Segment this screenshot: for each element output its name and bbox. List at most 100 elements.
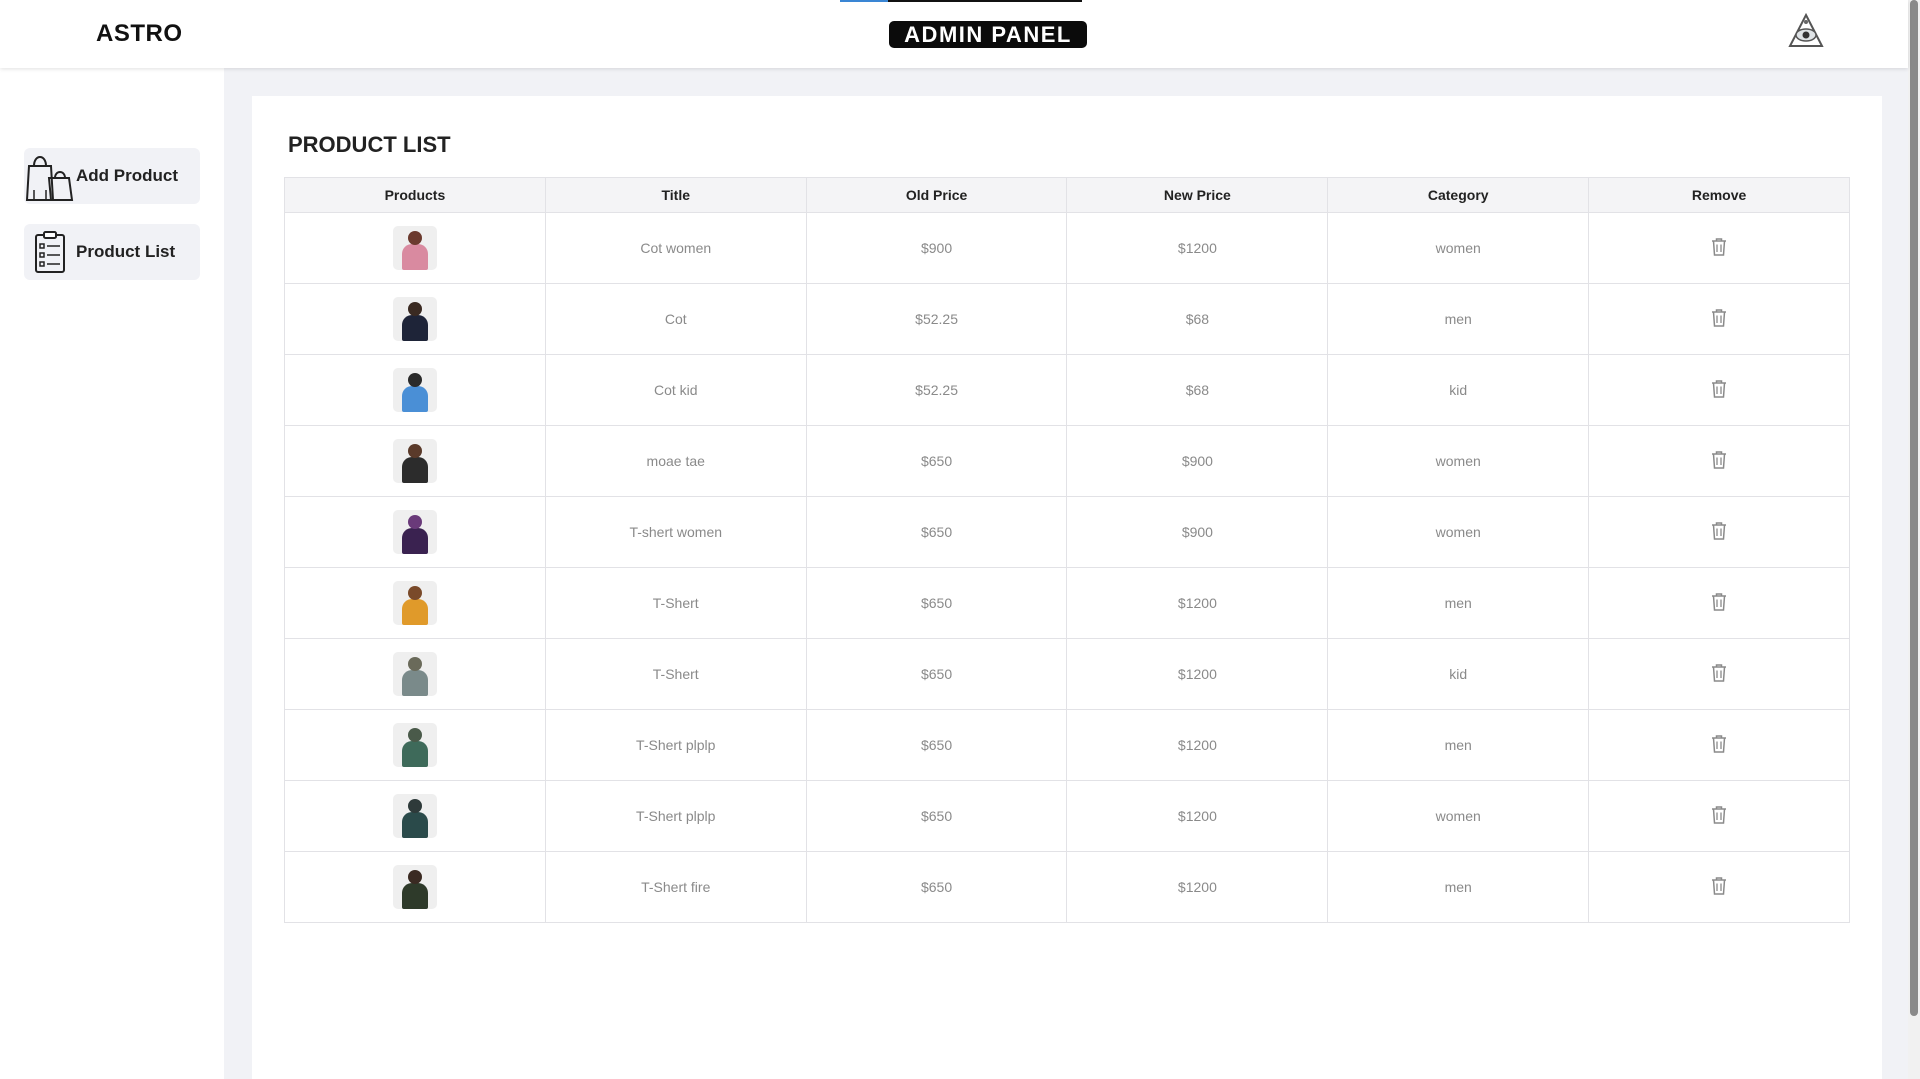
product-image-figure [401,670,428,696]
sidebar-item-product-list[interactable]: Product List [24,224,200,280]
product-image [392,439,437,483]
product-title: Cot women [544,212,807,284]
product-old-price: $650 [805,851,1068,923]
remove-cell [1588,425,1850,497]
trash-icon[interactable] [1710,237,1728,257]
table-row: T-Shert fire $650 $1200 men [284,851,1850,923]
remove-cell [1588,567,1850,639]
product-old-price: $650 [805,638,1068,710]
product-image [392,226,437,270]
product-category: women [1327,496,1590,568]
trash-icon[interactable] [1710,521,1728,541]
product-category: women [1327,425,1590,497]
product-image-figure [401,528,428,554]
product-thumbnail-cell [284,212,546,284]
product-category: men [1327,709,1590,781]
product-category: men [1327,851,1590,923]
product-image [392,581,437,625]
product-old-price: $650 [805,709,1068,781]
product-category: men [1327,283,1590,355]
column-header-products: Products [284,177,546,213]
product-new-price: $1200 [1066,851,1329,923]
product-image-figure [401,883,428,909]
product-category: women [1327,212,1590,284]
product-old-price: $900 [805,212,1068,284]
table-row: T-shert women $650 $900 women [284,496,1850,568]
product-thumbnail-cell [284,851,546,923]
product-image-figure [401,457,428,483]
product-title: Cot [544,283,807,355]
column-header-title: Title [544,177,807,213]
product-thumbnail-cell [284,354,546,426]
product-old-price: $52.25 [805,283,1068,355]
product-category: kid [1327,354,1590,426]
product-image-head [407,586,422,600]
remove-cell [1588,638,1850,710]
product-title: T-Shert fire [544,851,807,923]
product-category: kid [1327,638,1590,710]
table-row: Cot kid $52.25 $68 kid [284,354,1850,426]
product-image [392,297,437,341]
remove-cell [1588,780,1850,852]
product-image-figure [401,315,428,341]
product-title: moae tae [544,425,807,497]
trash-icon[interactable] [1710,805,1728,825]
table-row: moae tae $650 $900 women [284,425,1850,497]
product-image-figure [401,599,428,625]
column-header-old-price: Old Price [805,177,1068,213]
product-image [392,794,437,838]
sidebar-item-label: Add Product [76,166,178,185]
remove-cell [1588,496,1850,568]
eye-triangle-icon[interactable] [1787,12,1825,50]
product-image-head [407,870,422,884]
product-old-price: $52.25 [805,354,1068,426]
trash-icon[interactable] [1710,663,1728,683]
product-new-price: $900 [1066,425,1329,497]
trash-icon[interactable] [1710,876,1728,896]
product-new-price: $1200 [1066,780,1329,852]
product-thumbnail-cell [284,638,546,710]
brand-name[interactable]: ASTRO [96,20,183,48]
clipboard-list-icon [24,224,76,280]
product-new-price: $1200 [1066,567,1329,639]
product-title: T-Shert plplp [544,780,807,852]
table-row: T-Shert $650 $1200 men [284,567,1850,639]
product-image-head [407,231,422,245]
product-new-price: $68 [1066,354,1329,426]
trash-icon[interactable] [1710,379,1728,399]
top-header: ASTRO ADMIN PANEL [0,0,1908,68]
trash-icon[interactable] [1710,450,1728,470]
admin-panel-badge: ADMIN PANEL [889,21,1087,48]
product-new-price: $1200 [1066,212,1329,284]
product-image-figure [401,386,428,412]
trash-icon[interactable] [1710,592,1728,612]
table-row: Cot women $900 $1200 women [284,212,1850,284]
product-thumbnail-cell [284,496,546,568]
table-row: Cot $52.25 $68 men [284,283,1850,355]
product-image [392,368,437,412]
product-title: T-Shert [544,567,807,639]
top-indicator-accent [840,0,888,2]
sidebar-item-add-product[interactable]: Add Product [24,148,200,204]
product-old-price: $650 [805,496,1068,568]
trash-icon[interactable] [1710,308,1728,328]
trash-icon[interactable] [1710,734,1728,754]
product-old-price: $650 [805,780,1068,852]
table-header-row: Products Title Old Price New Price Categ… [284,177,1850,213]
product-title: T-Shert plplp [544,709,807,781]
product-image-head [407,444,422,458]
remove-cell [1588,354,1850,426]
product-list-panel: PRODUCT LIST Products Title Old Price Ne… [252,96,1882,1079]
product-new-price: $900 [1066,496,1329,568]
product-image [392,652,437,696]
product-image-head [407,728,422,742]
scrollbar-thumb[interactable] [1910,0,1918,1016]
product-image-head [407,302,422,316]
remove-cell [1588,283,1850,355]
product-new-price: $68 [1066,283,1329,355]
product-thumbnail-cell [284,283,546,355]
table-row: T-Shert plplp $650 $1200 women [284,780,1850,852]
product-image-figure [401,741,428,767]
product-old-price: $650 [805,567,1068,639]
product-title: Cot kid [544,354,807,426]
